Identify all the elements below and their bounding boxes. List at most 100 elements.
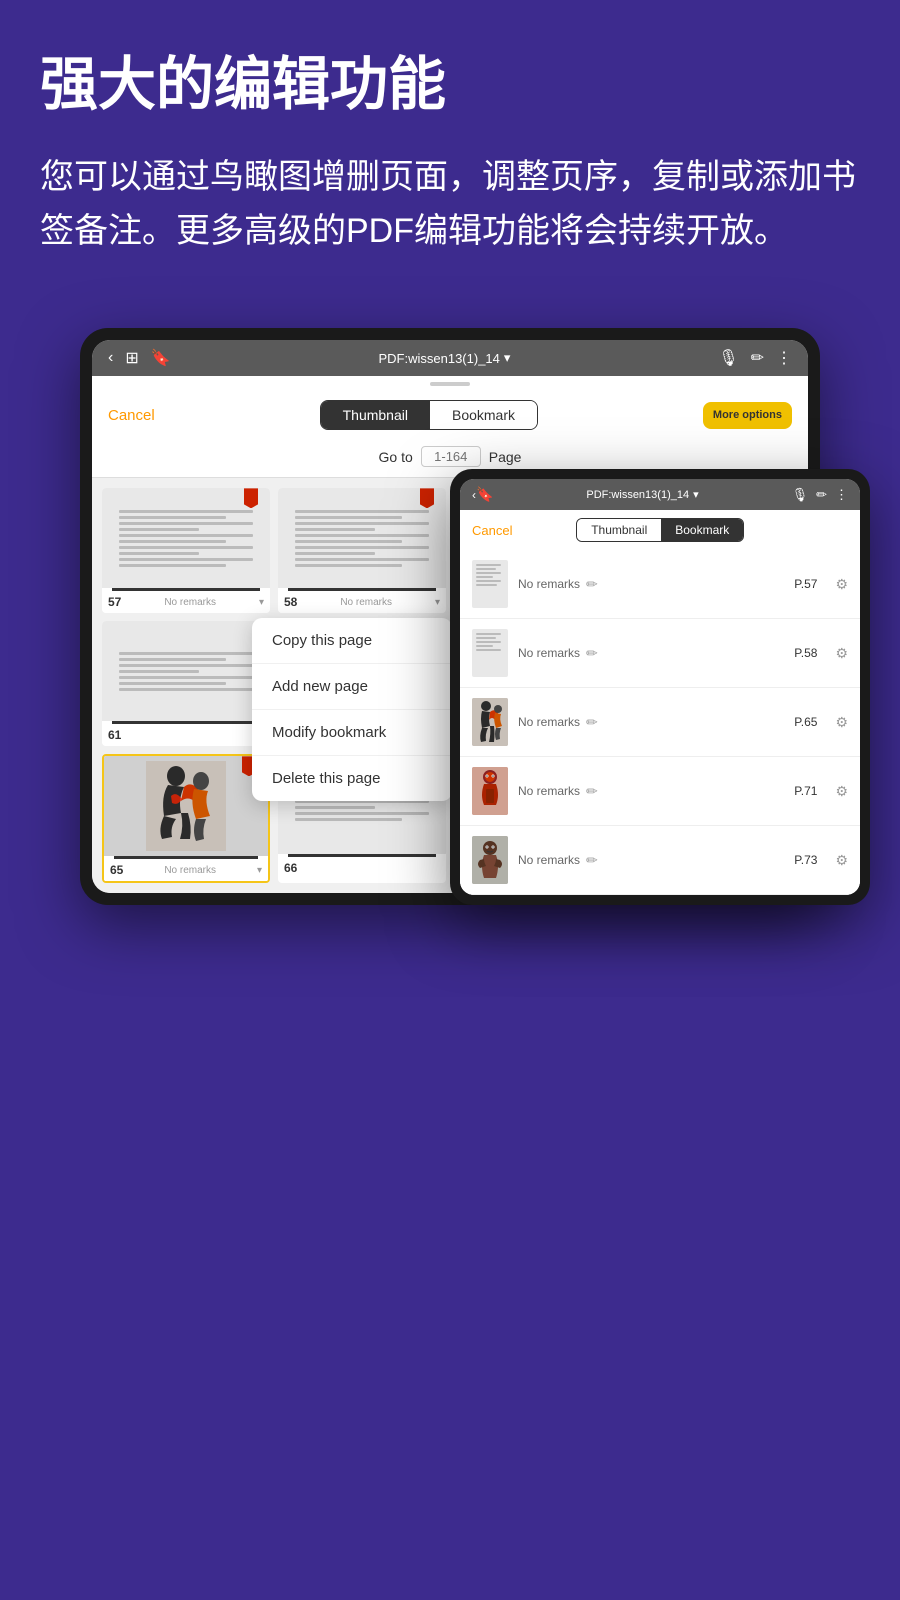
more-options-button[interactable]: More options	[703, 402, 792, 428]
secondary-filename: PDF:wissen13(1)_14 ▾	[493, 488, 791, 501]
secondary-tab-group: Thumbnail Bookmark	[576, 518, 744, 542]
thumb-footer-65: 65 No remarks ▾	[104, 859, 268, 881]
bookmark-list: No remarks ✏ P.57 ⚙	[460, 550, 860, 895]
bookmark-page-71: P.71	[794, 784, 817, 798]
text-lines-58	[295, 498, 429, 578]
tab-bookmark[interactable]: Bookmark	[430, 401, 537, 429]
bookmark-info-57: No remarks ✏	[518, 576, 784, 593]
secondary-pen-icon[interactable]: ✏	[816, 487, 827, 503]
context-add-page[interactable]: Add new page	[252, 664, 452, 710]
cancel-button[interactable]: Cancel	[108, 407, 155, 424]
context-copy-page[interactable]: Copy this page	[252, 618, 452, 664]
back-icon[interactable]: ‹	[108, 349, 113, 367]
bookmark-text-57: No remarks	[518, 577, 580, 591]
gear-icon-58[interactable]: ⚙	[835, 645, 848, 662]
thumb-img-57	[102, 488, 270, 588]
remarks-58: No remarks	[340, 597, 392, 608]
pen-icon[interactable]: ✏	[751, 348, 764, 368]
goto-label: Go to	[379, 449, 413, 465]
bookmark-thumb-73	[472, 836, 508, 884]
artwork-bm-71	[472, 767, 508, 815]
secondary-more-icon[interactable]: ⋮	[835, 487, 848, 503]
chevron-65[interactable]: ▾	[257, 865, 262, 876]
secondary-tab-thumbnail[interactable]: Thumbnail	[577, 519, 661, 541]
chevron-58[interactable]: ▾	[435, 597, 440, 608]
edit-icon-57[interactable]: ✏	[586, 576, 598, 593]
tab-thumbnail[interactable]: Thumbnail	[321, 401, 430, 429]
bookmark-row-73[interactable]: No remarks ✏ P.73 ⚙	[460, 826, 860, 895]
bookmark-thumb-65	[472, 698, 508, 746]
bookmark-flag-57	[244, 488, 258, 508]
thumb-footer-57: 57 No remarks ▾	[102, 591, 270, 613]
bookmark-row-58[interactable]: No remarks ✏ P.58 ⚙	[460, 619, 860, 688]
secondary-topbar-left-icons: 🔖	[476, 486, 493, 503]
drag-handle-area	[92, 376, 808, 390]
more-icon[interactable]: ⋮	[776, 348, 792, 368]
text-lines-61	[119, 631, 253, 711]
page-num-61: 61	[108, 728, 121, 742]
secondary-toolbar: Cancel Thumbnail Bookmark	[460, 510, 860, 550]
page-label: Page	[489, 449, 522, 465]
tablet-topbar: ‹ ⊞ 🔖 PDF:wissen13(1)_14 ▾ 🎙 ✏ ⋮	[92, 340, 808, 376]
thumb-65[interactable]: 65 No remarks ▾	[102, 754, 270, 883]
gear-icon-71[interactable]: ⚙	[835, 783, 848, 800]
thumb-footer-58: 58 No remarks ▾	[278, 591, 446, 613]
dropdown-icon[interactable]: ▾	[504, 350, 511, 366]
bookmark-text-58: No remarks	[518, 646, 580, 660]
text-lines-57	[119, 498, 253, 578]
remarks-57: No remarks	[164, 597, 216, 608]
secondary-topbar: ‹ 🔖 PDF:wissen13(1)_14 ▾ 🎙 ✏ ⋮	[460, 479, 860, 510]
thumbnail-toolbar: Cancel Thumbnail Bookmark More options	[92, 390, 808, 440]
bookmark-page-73: P.73	[794, 853, 817, 867]
thumb-61[interactable]: 61 ▾	[102, 621, 270, 746]
bookmark-info-58: No remarks ✏	[518, 645, 784, 662]
header-section: 强大的编辑功能 您可以通过鸟瞰图增删页面，调整页序，复制或添加书签备注。更多高级…	[0, 0, 900, 328]
bookmark-thumb-58	[472, 629, 508, 677]
secondary-cancel-button[interactable]: Cancel	[472, 523, 512, 538]
device-area: ‹ ⊞ 🔖 PDF:wissen13(1)_14 ▾ 🎙 ✏ ⋮	[0, 328, 900, 945]
edit-icon-71[interactable]: ✏	[586, 783, 598, 800]
page-title: 强大的编辑功能	[40, 50, 860, 120]
thumb-img-61	[102, 621, 270, 721]
bookmark-info-71: No remarks ✏	[518, 783, 784, 800]
bookmark-row-65[interactable]: No remarks ✏ P.65 ⚙	[460, 688, 860, 757]
secondary-bookmark-icon[interactable]: 🔖	[476, 486, 493, 503]
secondary-mic-icon[interactable]: 🎙	[792, 487, 809, 503]
bookmark-flag-58	[420, 488, 434, 508]
bookmark-icon[interactable]: 🔖	[151, 348, 171, 368]
bookmark-row-71[interactable]: No remarks ✏ P.71 ⚙	[460, 757, 860, 826]
edit-icon-73[interactable]: ✏	[586, 852, 598, 869]
gear-icon-57[interactable]: ⚙	[835, 576, 848, 593]
artwork-65	[146, 761, 226, 851]
edit-icon-58[interactable]: ✏	[586, 645, 598, 662]
context-delete-page[interactable]: Delete this page	[252, 756, 452, 801]
thumb-58[interactable]: 58 No remarks ▾	[278, 488, 446, 613]
drag-handle	[430, 382, 470, 386]
gear-icon-65[interactable]: ⚙	[835, 714, 848, 731]
chevron-57[interactable]: ▾	[259, 597, 264, 608]
page-num-58: 58	[284, 595, 297, 609]
context-modify-bookmark[interactable]: Modify bookmark	[252, 710, 452, 756]
bookmark-text-73: No remarks	[518, 853, 580, 867]
page-description: 您可以通过鸟瞰图增删页面，调整页序，复制或添加书签备注。更多高级的PDF编辑功能…	[40, 150, 860, 259]
remarks-65: No remarks	[164, 865, 216, 876]
bookmark-page-57: P.57	[794, 577, 817, 591]
thumb-57[interactable]: 57 No remarks ▾	[102, 488, 270, 613]
gear-icon-73[interactable]: ⚙	[835, 852, 848, 869]
bookmark-thumb-57	[472, 560, 508, 608]
bookmark-row-57[interactable]: No remarks ✏ P.57 ⚙	[460, 550, 860, 619]
filename-label: PDF:wissen13(1)_14	[379, 351, 500, 366]
page-num-65: 65	[110, 863, 123, 877]
thumb-footer-66: 66	[278, 857, 446, 879]
secondary-tab-bookmark[interactable]: Bookmark	[661, 519, 743, 541]
page-input[interactable]	[421, 446, 481, 467]
page-num-66: 66	[284, 861, 297, 875]
grid-icon[interactable]: ⊞	[125, 348, 138, 368]
artwork-bm-65	[472, 698, 508, 746]
edit-icon-65[interactable]: ✏	[586, 714, 598, 731]
bookmark-thumb-71	[472, 767, 508, 815]
secondary-tablet: ‹ 🔖 PDF:wissen13(1)_14 ▾ 🎙 ✏ ⋮ Cancel	[450, 469, 870, 905]
secondary-topbar-right: 🎙 ✏ ⋮	[792, 487, 848, 503]
topbar-right: 🎙 ✏ ⋮	[718, 348, 792, 368]
mic-icon[interactable]: 🎙	[718, 348, 738, 368]
